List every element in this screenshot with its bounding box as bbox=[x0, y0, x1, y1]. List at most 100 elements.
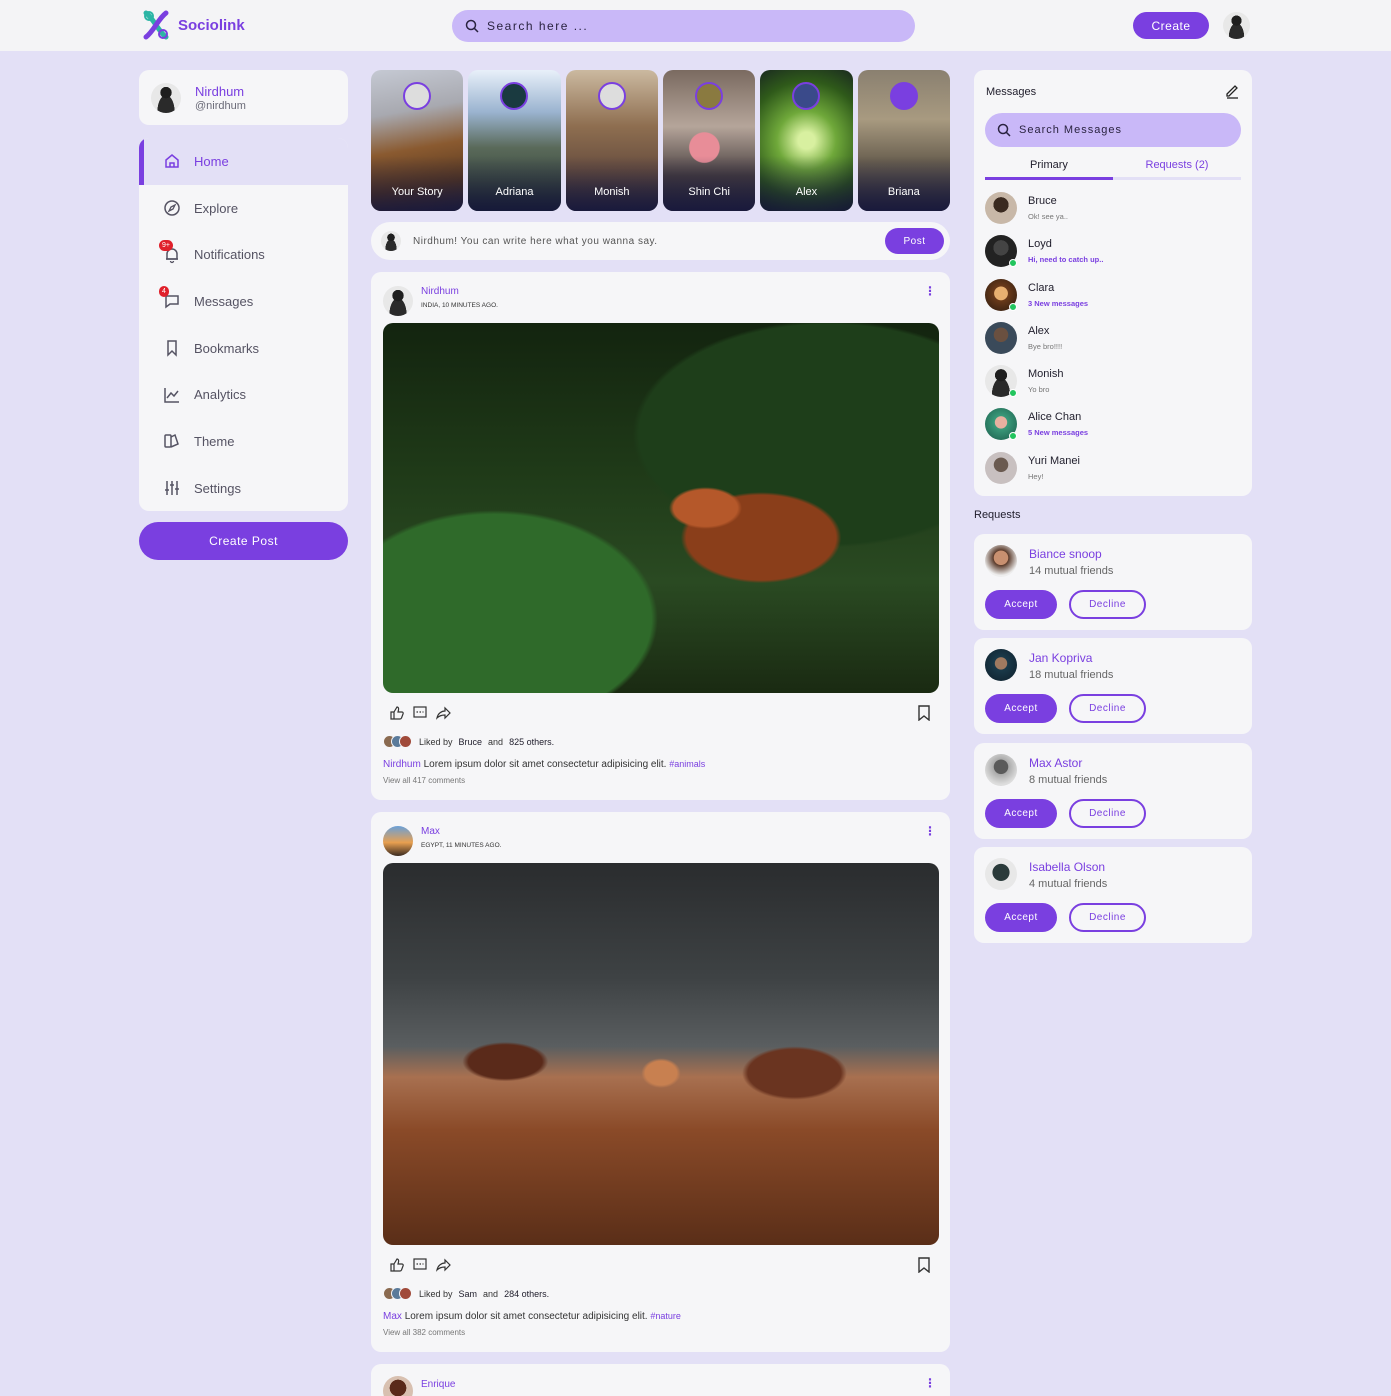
message-preview: 5 New messages bbox=[1028, 428, 1089, 438]
story-card[interactable]: Monish bbox=[565, 70, 658, 211]
tab-primary[interactable]: Primary bbox=[985, 158, 1113, 180]
more-options-icon[interactable]: ⋮ bbox=[924, 284, 936, 298]
post-actions bbox=[389, 1257, 451, 1273]
post-image[interactable] bbox=[383, 863, 939, 1245]
post-username[interactable]: Enrique bbox=[421, 1379, 455, 1390]
avatar[interactable] bbox=[383, 286, 413, 316]
sidebar-item-bookmarks[interactable]: Bookmarks bbox=[139, 325, 348, 372]
story-name: Shin Chi bbox=[688, 186, 730, 198]
avatar bbox=[985, 235, 1017, 268]
decline-button[interactable]: Decline bbox=[1069, 903, 1146, 932]
messages-panel: Messages Search Messages Primary Request… bbox=[974, 70, 1252, 496]
accept-button[interactable]: Accept bbox=[985, 799, 1057, 828]
post-composer[interactable]: Nirdhum! You can write here what you wan… bbox=[371, 222, 950, 260]
bookmark-icon[interactable] bbox=[917, 1257, 931, 1273]
post-username[interactable]: Nirdhum bbox=[421, 286, 498, 297]
avatar[interactable] bbox=[985, 545, 1017, 577]
view-comments-link[interactable]: View all 382 comments bbox=[383, 1328, 465, 1337]
liked-by-user[interactable]: Bruce bbox=[459, 737, 483, 747]
profile-card[interactable]: Nirdhum @nirdhum bbox=[139, 70, 348, 125]
list-item[interactable]: Clara 3 New messages bbox=[985, 278, 1241, 322]
caption-text: Lorem ipsum dolor sit amet consectetur a… bbox=[423, 759, 667, 770]
liked-others[interactable]: 825 others. bbox=[509, 737, 554, 747]
hashtag[interactable]: #nature bbox=[650, 1311, 681, 1321]
message-sender: Loyd bbox=[1028, 238, 1052, 251]
search-input[interactable]: Search here ... bbox=[452, 10, 915, 42]
bookmark-icon[interactable] bbox=[917, 705, 931, 721]
sidebar-item-label: Theme bbox=[194, 433, 235, 449]
caption-username[interactable]: Max bbox=[383, 1311, 402, 1322]
request-name[interactable]: Jan Kopriva bbox=[1029, 651, 1092, 665]
avatar[interactable] bbox=[383, 826, 413, 856]
avatar[interactable] bbox=[383, 1376, 413, 1396]
composer-input[interactable]: Nirdhum! You can write here what you wan… bbox=[413, 236, 658, 247]
accept-button[interactable]: Accept bbox=[985, 694, 1057, 723]
create-button[interactable]: Create bbox=[1133, 12, 1209, 39]
list-item[interactable]: Yuri Manei Hey! bbox=[985, 451, 1241, 495]
decline-button[interactable]: Decline bbox=[1069, 799, 1146, 828]
list-item[interactable]: Monish Yo bro bbox=[985, 365, 1241, 408]
like-icon[interactable] bbox=[389, 1257, 405, 1273]
list-item[interactable]: Alice Chan 5 New messages bbox=[985, 408, 1241, 451]
list-item[interactable]: Alex Bye bro!!!! bbox=[985, 321, 1241, 365]
post-button[interactable]: Post bbox=[885, 228, 944, 254]
sidebar-item-theme[interactable]: Theme bbox=[139, 418, 348, 465]
list-item[interactable]: Loyd Hi, need to catch up.. bbox=[985, 235, 1241, 278]
liked-others[interactable]: 284 others. bbox=[504, 1289, 549, 1299]
caption-username[interactable]: Nirdhum bbox=[383, 759, 421, 770]
list-item[interactable]: Bruce Ok! see ya.. bbox=[985, 192, 1241, 235]
sidebar-item-explore[interactable]: Explore bbox=[139, 185, 348, 232]
share-icon[interactable] bbox=[435, 705, 451, 721]
story-card[interactable]: Your Story bbox=[371, 70, 464, 211]
logo[interactable]: Sociolink bbox=[140, 9, 245, 41]
brand-name: Sociolink bbox=[178, 16, 245, 34]
request-name[interactable]: Biance snoop bbox=[1029, 547, 1102, 561]
request-name[interactable]: Isabella Olson bbox=[1029, 860, 1105, 874]
tab-requests[interactable]: Requests (2) bbox=[1113, 158, 1241, 180]
online-indicator bbox=[1009, 302, 1017, 311]
avatar[interactable] bbox=[1223, 12, 1250, 39]
message-icon: 4 bbox=[159, 286, 181, 310]
decline-button[interactable]: Decline bbox=[1069, 694, 1146, 723]
sidebar-item-label: Messages bbox=[194, 293, 254, 309]
chart-icon bbox=[163, 386, 181, 404]
story-card[interactable]: Adriana bbox=[468, 70, 561, 211]
mutual-friends: 14 mutual friends bbox=[1029, 565, 1114, 577]
more-options-icon[interactable]: ⋮ bbox=[924, 824, 936, 838]
avatar[interactable] bbox=[985, 858, 1017, 890]
messages-title: Messages bbox=[986, 86, 1037, 98]
hashtag[interactable]: #animals bbox=[669, 759, 705, 769]
sidebar-item-analytics[interactable]: Analytics bbox=[139, 371, 348, 418]
view-comments-link[interactable]: View all 417 comments bbox=[383, 776, 465, 785]
sidebar-item-settings[interactable]: Settings bbox=[139, 465, 348, 511]
like-icon[interactable] bbox=[389, 705, 405, 721]
messages-search-input[interactable]: Search Messages bbox=[985, 113, 1241, 147]
accept-button[interactable]: Accept bbox=[985, 590, 1057, 619]
avatar[interactable] bbox=[985, 754, 1017, 786]
post-username[interactable]: Max bbox=[421, 826, 501, 837]
story-card[interactable]: Shin Chi bbox=[662, 70, 756, 211]
decline-button[interactable]: Decline bbox=[1069, 590, 1146, 619]
comment-icon[interactable] bbox=[412, 1257, 428, 1273]
avatar bbox=[403, 82, 432, 110]
liked-by-user[interactable]: Sam bbox=[459, 1289, 478, 1299]
sidebar-item-messages[interactable]: 4 Messages bbox=[139, 278, 348, 325]
accept-button[interactable]: Accept bbox=[985, 903, 1057, 932]
message-list: Bruce Ok! see ya.. Loyd Hi, need to catch … bbox=[985, 192, 1241, 495]
sidebar-item-notifications[interactable]: 9+ Notifications bbox=[139, 231, 348, 278]
liker-avatars bbox=[383, 1287, 412, 1300]
avatar[interactable] bbox=[985, 649, 1017, 681]
more-options-icon[interactable]: ⋮ bbox=[924, 1376, 936, 1390]
share-icon[interactable] bbox=[435, 1257, 451, 1273]
create-post-button[interactable]: Create Post bbox=[139, 522, 348, 560]
post-image[interactable] bbox=[383, 323, 939, 693]
message-preview: 3 New messages bbox=[1028, 298, 1089, 308]
message-preview: Hey! bbox=[1028, 471, 1044, 481]
story-card[interactable]: Alex bbox=[760, 70, 853, 211]
search-icon bbox=[997, 123, 1011, 137]
story-card[interactable]: Briana bbox=[857, 70, 950, 211]
edit-icon[interactable] bbox=[1224, 83, 1240, 99]
request-name[interactable]: Max Astor bbox=[1029, 756, 1082, 770]
sidebar-item-home[interactable]: Home bbox=[139, 138, 348, 185]
comment-icon[interactable] bbox=[412, 705, 428, 721]
